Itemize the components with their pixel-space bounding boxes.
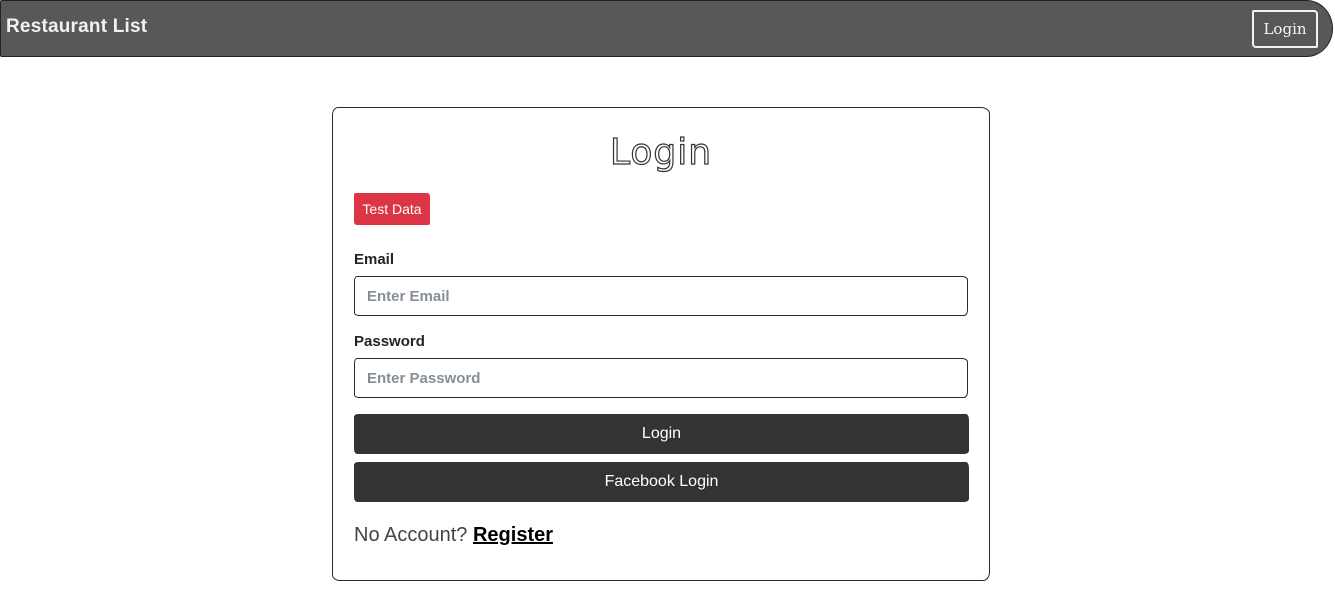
email-input[interactable] [354,276,968,316]
password-label: Password [354,333,425,350]
facebook-login-button[interactable]: Facebook Login [354,462,969,502]
nav-login-button[interactable]: Login [1252,10,1318,48]
no-account-text: No Account? [354,524,468,546]
test-data-button[interactable]: Test Data [354,193,430,225]
login-button[interactable]: Login [354,414,969,454]
register-prompt: No Account? Register [354,524,553,547]
login-card: Login Test Data Email Password Login Fac… [332,107,990,581]
password-input[interactable] [354,358,968,398]
register-link[interactable]: Register [473,524,553,546]
login-heading: Login [609,131,713,173]
brand-title[interactable]: Restaurant List [6,16,147,38]
email-label: Email [354,251,395,268]
top-navbar: Restaurant List Login [0,0,1333,57]
